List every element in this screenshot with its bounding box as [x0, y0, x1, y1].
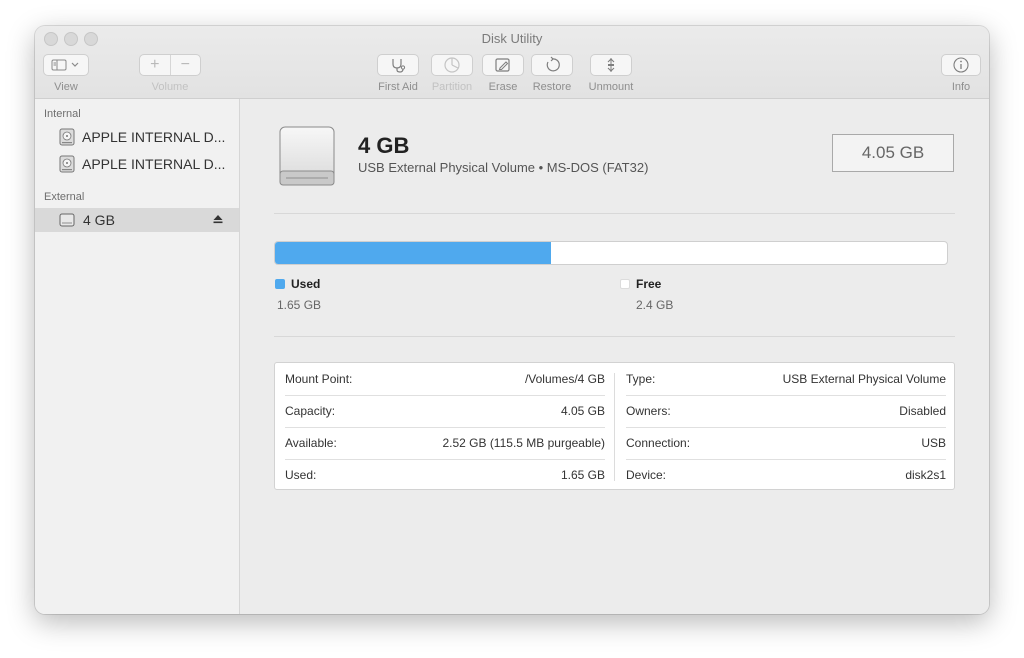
- sidebar-item-label: APPLE INTERNAL D...: [82, 129, 226, 145]
- info-label: Info: [951, 81, 971, 93]
- info-row-type: Type: USB External Physical Volume: [626, 363, 946, 396]
- restore-arrow-icon: [546, 56, 560, 72]
- partition-label: Partition: [431, 81, 473, 93]
- stethoscope-icon: [392, 59, 406, 73]
- sidebar-item-internal-disk-2[interactable]: APPLE INTERNAL D...: [35, 152, 239, 176]
- free-legend-swatch: [620, 279, 630, 289]
- info-value: disk2s1: [905, 468, 946, 482]
- volume-label: Volume: [151, 81, 189, 93]
- info-value: USB External Physical Volume: [782, 372, 946, 386]
- restore-label: Restore: [532, 81, 572, 93]
- divider: [274, 336, 955, 337]
- info-value: 1.65 GB: [560, 468, 605, 482]
- minus-icon: −: [180, 56, 190, 73]
- info-row-available: Available: 2.52 GB (115.5 MB purgeable): [285, 427, 605, 460]
- volume-info-table: Mount Point: /Volumes/4 GB Capacity: 4.0…: [274, 362, 955, 490]
- sidebar-item-label: 4 GB: [83, 212, 115, 228]
- usage-bar-used-fill: [275, 242, 551, 264]
- info-value: USB: [921, 436, 946, 450]
- info-row-device: Device: disk2s1: [626, 459, 946, 491]
- sidebar-item-label: APPLE INTERNAL D...: [82, 156, 226, 172]
- info-value: /Volumes/4 GB: [524, 372, 605, 386]
- info-value: 2.52 GB (115.5 MB purgeable): [442, 436, 605, 450]
- free-legend-value: 2.4 GB: [636, 298, 674, 312]
- chevron-down-icon: [71, 62, 79, 67]
- eject-button[interactable]: [212, 213, 224, 225]
- volume-size-box: 4.05 GB: [832, 134, 954, 172]
- info-key: Device:: [626, 468, 667, 482]
- used-legend-swatch: [275, 279, 285, 289]
- sidebar-toggle-icon: [51, 59, 79, 71]
- info-row-connection: Connection: USB: [626, 427, 946, 460]
- info-key: Used:: [285, 468, 317, 482]
- info-key: Type:: [626, 372, 656, 386]
- info-row-mount-point: Mount Point: /Volumes/4 GB: [285, 363, 605, 396]
- info-column-left: Mount Point: /Volumes/4 GB Capacity: 4.0…: [275, 363, 614, 489]
- used-legend-label: Used: [291, 277, 321, 291]
- first-aid-button[interactable]: [377, 54, 419, 76]
- disk-utility-window: Disk Utility View + − Volume First Aid P…: [35, 26, 989, 614]
- info-key: Connection:: [626, 436, 691, 450]
- unmount-label: Unmount: [588, 81, 634, 93]
- add-volume-button[interactable]: +: [140, 55, 171, 75]
- volume-description: USB External Physical Volume • MS-DOS (F…: [358, 160, 649, 175]
- free-legend-label: Free: [636, 277, 662, 291]
- internal-hard-drive-icon: [59, 128, 75, 146]
- info-key: Mount Point:: [285, 372, 353, 386]
- eject-icon: [213, 215, 223, 224]
- external-drive-icon: [59, 212, 75, 228]
- info-key: Owners:: [626, 404, 671, 418]
- sidebar-section-internal: Internal: [44, 108, 81, 120]
- info-row-owners: Owners: Disabled: [626, 395, 946, 428]
- first-aid-label: First Aid: [378, 81, 418, 93]
- info-row-used: Used: 1.65 GB: [285, 459, 605, 491]
- restore-button[interactable]: [531, 54, 573, 76]
- volume-drive-icon: [278, 125, 336, 194]
- volume-add-remove-group: + −: [139, 54, 201, 76]
- partition-button[interactable]: [431, 54, 473, 76]
- info-column-divider: [614, 373, 615, 481]
- info-value: 4.05 GB: [560, 404, 605, 418]
- sidebar-item-internal-disk-1[interactable]: APPLE INTERNAL D...: [35, 125, 239, 149]
- unmount-icon: [607, 58, 615, 72]
- view-label: View: [54, 81, 78, 93]
- info-key: Available:: [285, 436, 337, 450]
- volume-name: 4 GB: [358, 133, 410, 158]
- partition-pie-icon: [444, 57, 460, 73]
- info-column-right: Type: USB External Physical Volume Owner…: [616, 363, 954, 489]
- usage-bar: [274, 241, 948, 265]
- main-panel: 4 GB USB External Physical Volume • MS-D…: [240, 99, 989, 614]
- erase-button[interactable]: [482, 54, 524, 76]
- info-icon: [953, 57, 969, 73]
- view-button[interactable]: [43, 54, 89, 76]
- plus-icon: +: [150, 56, 160, 73]
- sidebar-item-external-4gb[interactable]: 4 GB: [35, 208, 239, 232]
- info-row-capacity: Capacity: 4.05 GB: [285, 395, 605, 428]
- title-bar: Disk Utility View + − Volume First Aid P…: [35, 26, 989, 99]
- unmount-button[interactable]: [590, 54, 632, 76]
- info-value: Disabled: [899, 404, 946, 418]
- sidebar: Internal APPLE INTERNAL D... APPLE INTER…: [35, 99, 240, 614]
- remove-volume-button[interactable]: −: [171, 55, 201, 75]
- info-key: Capacity:: [285, 404, 336, 418]
- erase-icon: [495, 58, 510, 72]
- erase-label: Erase: [488, 81, 518, 93]
- internal-hard-drive-icon: [59, 155, 75, 173]
- used-legend-value: 1.65 GB: [277, 298, 322, 312]
- divider: [274, 213, 955, 214]
- sidebar-section-external: External: [44, 191, 85, 203]
- window-title: Disk Utility: [481, 31, 543, 46]
- info-button[interactable]: [941, 54, 981, 76]
